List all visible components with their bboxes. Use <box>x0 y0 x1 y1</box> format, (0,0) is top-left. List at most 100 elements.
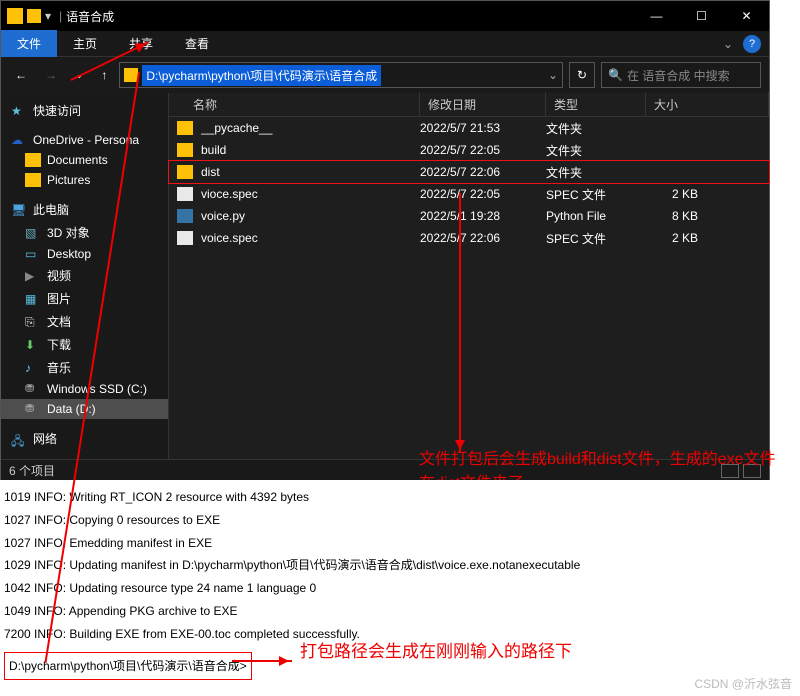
file-date: 2022/5/7 22:05 <box>420 143 546 157</box>
folder-icon <box>25 173 41 187</box>
music-icon: ♪ <box>25 361 41 375</box>
sidebar-onedrive[interactable]: ☁OneDrive - Persona <box>1 130 168 150</box>
folder-icon <box>7 8 23 24</box>
file-name: vioce.spec <box>201 187 420 201</box>
sidebar-quick-access[interactable]: ★快速访问 <box>1 99 168 122</box>
disk-icon: ⛃ <box>25 382 41 396</box>
folder-icon <box>177 143 193 157</box>
search-placeholder: 在 语音合成 中搜索 <box>627 67 730 84</box>
sidebar-docs[interactable]: ⎘文档 <box>1 310 168 333</box>
sidebar-3d[interactable]: ▧3D 对象 <box>1 221 168 244</box>
tab-view[interactable]: 查看 <box>169 30 225 57</box>
chevron-expand-icon[interactable]: ⌄ <box>723 37 733 51</box>
file-row[interactable]: dist2022/5/7 22:06文件夹 <box>169 161 769 183</box>
ribbon-tabs: 文件 主页 共享 查看 ⌄ ? <box>1 31 769 57</box>
file-date: 2022/5/7 21:53 <box>420 121 546 135</box>
maximize-button[interactable]: ☐ <box>679 1 724 31</box>
file-icon <box>177 209 193 223</box>
close-button[interactable]: ✕ <box>724 1 769 31</box>
folder-icon-small <box>27 9 41 23</box>
file-date: 2022/5/7 22:06 <box>420 165 546 179</box>
cloud-icon: ☁ <box>11 133 27 147</box>
folder-icon <box>177 121 193 135</box>
dropdown-icon[interactable]: ▾ <box>45 9 51 23</box>
sidebar-video[interactable]: ▶视频 <box>1 264 168 287</box>
col-type[interactable]: 类型 <box>546 92 646 117</box>
sidebar-pictures[interactable]: Pictures <box>1 170 168 190</box>
help-button[interactable]: ? <box>743 35 761 53</box>
file-type: 文件夹 <box>546 164 646 181</box>
col-date[interactable]: 修改日期 <box>420 92 546 117</box>
separator: | <box>59 9 62 23</box>
file-size: 2 KB <box>646 187 706 201</box>
sidebar-downloads[interactable]: ⬇下载 <box>1 333 168 356</box>
objects-icon: ▧ <box>25 226 41 240</box>
forward-button[interactable]: → <box>39 64 63 86</box>
item-count: 6 个项目 <box>9 462 55 479</box>
star-icon: ★ <box>11 104 27 118</box>
disk-icon: ⛃ <box>25 402 41 416</box>
file-date: 2022/5/7 22:05 <box>420 187 546 201</box>
explorer-body: ★快速访问 ☁OneDrive - Persona Documents Pict… <box>1 93 769 459</box>
annotation-text-2: 打包路径会生成在刚刚输入的路径下 <box>300 636 572 668</box>
file-type: SPEC 文件 <box>546 230 646 247</box>
chevron-down-icon[interactable]: ⌄ <box>548 68 558 82</box>
search-box[interactable]: 🔍 在 语音合成 中搜索 <box>601 62 761 88</box>
file-rows: __pycache__2022/5/7 21:53文件夹build2022/5/… <box>169 117 769 249</box>
file-type: SPEC 文件 <box>546 186 646 203</box>
sidebar-music[interactable]: ♪音乐 <box>1 356 168 379</box>
download-icon: ⬇ <box>25 338 41 352</box>
watermark: CSDN @沂水弦音 <box>694 675 792 692</box>
arrow-annotation-2 <box>232 660 292 662</box>
sidebar-network[interactable]: 🖧网络 <box>1 427 168 450</box>
address-bar[interactable]: D:\pycharm\python\项目\代码演示\语音合成 ⌄ <box>119 62 563 88</box>
file-icon <box>177 187 193 201</box>
nav-bar: ← → ⌄ ↑ D:\pycharm\python\项目\代码演示\语音合成 ⌄… <box>1 57 769 93</box>
file-name: dist <box>201 165 420 179</box>
address-path[interactable]: D:\pycharm\python\项目\代码演示\语音合成 <box>142 65 381 86</box>
minimize-button[interactable]: — <box>634 1 679 31</box>
file-date: 2022/5/7 22:06 <box>420 231 546 245</box>
tab-home[interactable]: 主页 <box>57 30 113 57</box>
document-icon: ⎘ <box>25 315 41 329</box>
titlebar[interactable]: ▾ | 语音合成 — ☐ ✕ <box>1 1 769 31</box>
file-name: build <box>201 143 420 157</box>
sidebar-this-pc[interactable]: 🖥此电脑 <box>1 198 168 221</box>
network-icon: 🖧 <box>11 432 27 446</box>
col-name[interactable]: 名称 <box>185 92 420 117</box>
console-line: 1029 INFO: Updating manifest in D:\pycha… <box>4 554 766 577</box>
file-row[interactable]: vioce.spec2022/5/7 22:05SPEC 文件2 KB <box>169 183 769 205</box>
sidebar-documents[interactable]: Documents <box>1 150 168 170</box>
file-name: voice.py <box>201 209 420 223</box>
file-type: Python File <box>546 209 646 223</box>
file-name: voice.spec <box>201 231 420 245</box>
file-size: 2 KB <box>646 231 706 245</box>
tab-file[interactable]: 文件 <box>1 30 57 57</box>
file-explorer-window: ▾ | 语音合成 — ☐ ✕ 文件 主页 共享 查看 ⌄ ? ← → ⌄ ↑ D… <box>0 0 770 480</box>
console-line: 1027 INFO: Copying 0 resources to EXE <box>4 509 766 532</box>
arrow-annotation-1 <box>459 193 461 453</box>
file-row[interactable]: voice.py2022/5/1 19:28Python File8 KB <box>169 205 769 227</box>
file-row[interactable]: __pycache__2022/5/7 21:53文件夹 <box>169 117 769 139</box>
search-icon: 🔍 <box>608 68 623 82</box>
window-title: 语音合成 <box>66 8 114 25</box>
sidebar-desktop[interactable]: ▭Desktop <box>1 244 168 264</box>
file-row[interactable]: voice.spec2022/5/7 22:06SPEC 文件2 KB <box>169 227 769 249</box>
refresh-button[interactable]: ↻ <box>569 62 595 88</box>
file-date: 2022/5/1 19:28 <box>420 209 546 223</box>
console-prompt[interactable]: D:\pycharm\python\项目\代码演示\语音合成> <box>4 652 252 681</box>
col-size[interactable]: 大小 <box>646 92 769 117</box>
console-line: 1027 INFO: Emedding manifest in EXE <box>4 532 766 555</box>
console-line: 1049 INFO: Appending PKG archive to EXE <box>4 600 766 623</box>
image-icon: ▦ <box>25 292 41 306</box>
file-type: 文件夹 <box>546 120 646 137</box>
file-row[interactable]: build2022/5/7 22:05文件夹 <box>169 139 769 161</box>
console-output: 1019 INFO: Writing RT_ICON 2 resource wi… <box>0 480 770 680</box>
desktop-icon: ▭ <box>25 247 41 261</box>
file-size: 8 KB <box>646 209 706 223</box>
back-button[interactable]: ← <box>9 64 33 86</box>
folder-icon <box>177 165 193 179</box>
video-icon: ▶ <box>25 269 41 283</box>
sidebar-c-drive[interactable]: ⛃Windows SSD (C:) <box>1 379 168 399</box>
sidebar-images[interactable]: ▦图片 <box>1 287 168 310</box>
